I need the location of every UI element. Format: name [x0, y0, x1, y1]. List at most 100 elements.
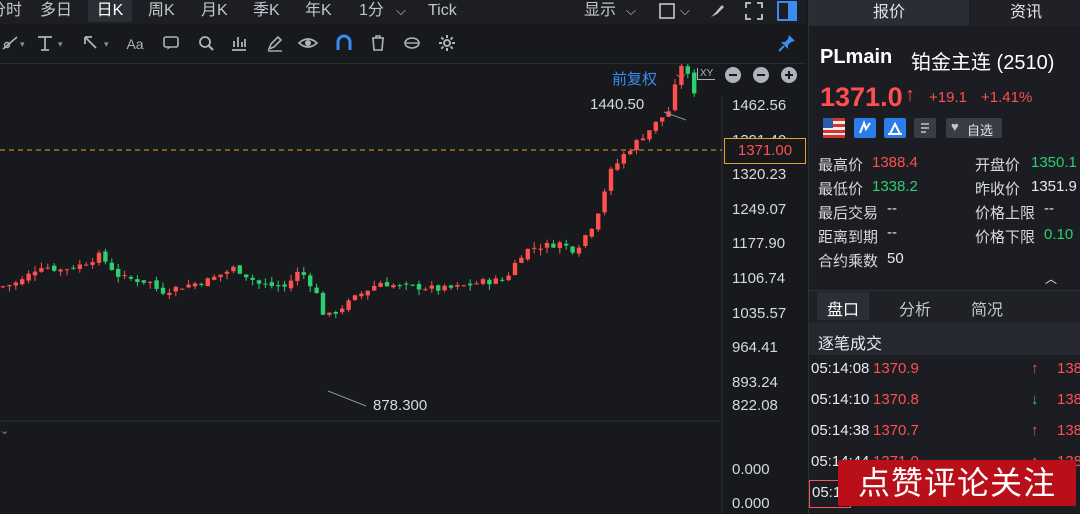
- candle-body: [250, 277, 255, 280]
- tab-profile[interactable]: 简况: [971, 296, 1003, 320]
- horizontal-line-icon[interactable]: [34, 33, 56, 55]
- candle-body: [589, 228, 594, 237]
- candle-body: [314, 287, 319, 294]
- candle-body: [493, 278, 498, 284]
- candle-body: [128, 276, 134, 279]
- period-weekly-k[interactable]: 周K: [148, 0, 175, 22]
- sync-icon[interactable]: [401, 33, 423, 55]
- candle-body: [173, 286, 178, 292]
- eye-icon[interactable]: [297, 33, 319, 55]
- side-panel-toggle-icon[interactable]: [776, 0, 798, 22]
- period-multiday[interactable]: 多日: [40, 0, 72, 22]
- candle-body: [7, 285, 12, 287]
- candle-body: [77, 264, 82, 269]
- tab-news[interactable]: 资讯: [971, 0, 1080, 26]
- candle-body: [45, 267, 50, 269]
- ruler-icon[interactable]: [0, 33, 22, 55]
- stat-value: 1351.9: [1031, 178, 1077, 195]
- candle-body: [346, 300, 351, 310]
- chevron-down-icon[interactable]: ⌄: [0, 424, 9, 437]
- trade-row: 05:14:38 1370.7 ↑ 138: [809, 422, 1080, 446]
- candle-body: [653, 121, 658, 131]
- chevron-down-icon[interactable]: ⌵: [626, 0, 636, 22]
- stat-label: 价格下限: [975, 229, 1036, 246]
- chevron-down-icon[interactable]: ⌵: [396, 0, 406, 22]
- y-tick-label: 1320.23: [732, 166, 787, 183]
- indicator-value: 0.000: [732, 495, 770, 512]
- chevron-down-icon[interactable]: ⌵: [680, 0, 690, 22]
- pen-icon[interactable]: [264, 33, 286, 55]
- candle-body: [557, 242, 562, 249]
- trade-volume: 138: [1057, 422, 1080, 439]
- trade-row: 05:14:08 1370.9 ↑ 138: [809, 360, 1080, 384]
- heart-icon: ♥: [951, 119, 959, 134]
- magnet-icon[interactable]: [333, 33, 355, 55]
- candle-body: [519, 257, 524, 263]
- trade-time: 05:14:38: [811, 422, 870, 439]
- trade-volume: 138: [1057, 360, 1080, 377]
- candle-body: [397, 285, 402, 287]
- candle-body: [244, 274, 249, 278]
- stat-label: 最低价: [818, 181, 864, 198]
- pin-icon[interactable]: [776, 33, 798, 55]
- candle-body: [32, 271, 38, 276]
- chevron-down-icon[interactable]: ▾: [20, 39, 25, 50]
- candle-body: [378, 282, 383, 288]
- candle-body: [26, 273, 31, 281]
- trash-icon[interactable]: [367, 33, 389, 55]
- document-icon[interactable]: [914, 118, 936, 143]
- candle-body: [448, 285, 454, 288]
- chevron-down-icon[interactable]: ▾: [58, 39, 63, 50]
- stat-label: 昨收价: [975, 181, 1021, 198]
- stat-label: 价格上限: [975, 205, 1036, 222]
- gear-icon[interactable]: [436, 33, 458, 55]
- candle-body: [154, 280, 159, 289]
- period-intraday[interactable]: 分时: [0, 0, 22, 22]
- tab-quote[interactable]: 报价: [809, 0, 969, 26]
- add-watchlist-button[interactable]: ♥ 自选: [946, 118, 1002, 138]
- layout-box-icon[interactable]: [658, 0, 676, 22]
- us-flag-icon: [823, 118, 845, 143]
- search-icon[interactable]: [195, 33, 217, 55]
- candle-body: [480, 279, 486, 284]
- y-tick-label: 1462.56: [732, 97, 787, 114]
- arrow-tool-icon[interactable]: [80, 33, 102, 55]
- candle-body: [608, 168, 614, 191]
- candle-body: [500, 279, 505, 281]
- candle-body: [122, 275, 127, 277]
- brush-icon[interactable]: [708, 0, 726, 22]
- stat-label: 最后交易: [818, 205, 879, 222]
- candle-body: [103, 251, 108, 262]
- y-tick-label: 1106.74: [732, 270, 786, 287]
- period-1min[interactable]: 1分: [359, 0, 384, 22]
- period-yearly-k[interactable]: 年K: [305, 0, 332, 22]
- comment-icon[interactable]: [160, 33, 182, 55]
- stat-label: 合约乘数: [818, 253, 879, 270]
- period-bar: 分时 多日 日K 周K 月K 季K 年K 1分 ⌵ Tick 显示 ⌵ ⌵: [0, 0, 806, 24]
- period-quarterly-k[interactable]: 季K: [253, 0, 280, 22]
- candlestick-tool-icon[interactable]: [228, 33, 250, 55]
- period-tick[interactable]: Tick: [428, 0, 457, 22]
- candle-body: [512, 262, 518, 275]
- trade-time: 05:14:10: [811, 391, 870, 408]
- y-tick-label: 822.08: [732, 397, 778, 414]
- display-menu-button[interactable]: 显示: [584, 0, 616, 22]
- candle-body: [384, 282, 390, 287]
- chevron-down-icon[interactable]: ▾: [104, 39, 109, 50]
- chevron-up-icon[interactable]: ︿: [1045, 270, 1057, 287]
- candle-body: [20, 279, 25, 285]
- text-tool-icon[interactable]: Aa: [124, 33, 146, 55]
- candle-body: [84, 264, 89, 266]
- price-change-pct: +1.41%: [981, 89, 1033, 106]
- watchlist-label: 自选: [967, 123, 994, 138]
- tab-analysis[interactable]: 分析: [899, 296, 931, 320]
- candlestick-chart[interactable]: [0, 64, 806, 514]
- candle-body: [320, 292, 326, 315]
- period-monthly-k[interactable]: 月K: [201, 0, 228, 22]
- candle-body: [410, 284, 415, 286]
- fullscreen-icon[interactable]: [744, 0, 764, 22]
- down-arrow-icon: ↓: [1031, 391, 1039, 408]
- tab-orderbook[interactable]: 盘口: [827, 296, 859, 320]
- period-daily-k[interactable]: 日K: [88, 0, 132, 22]
- candle-body: [141, 280, 146, 283]
